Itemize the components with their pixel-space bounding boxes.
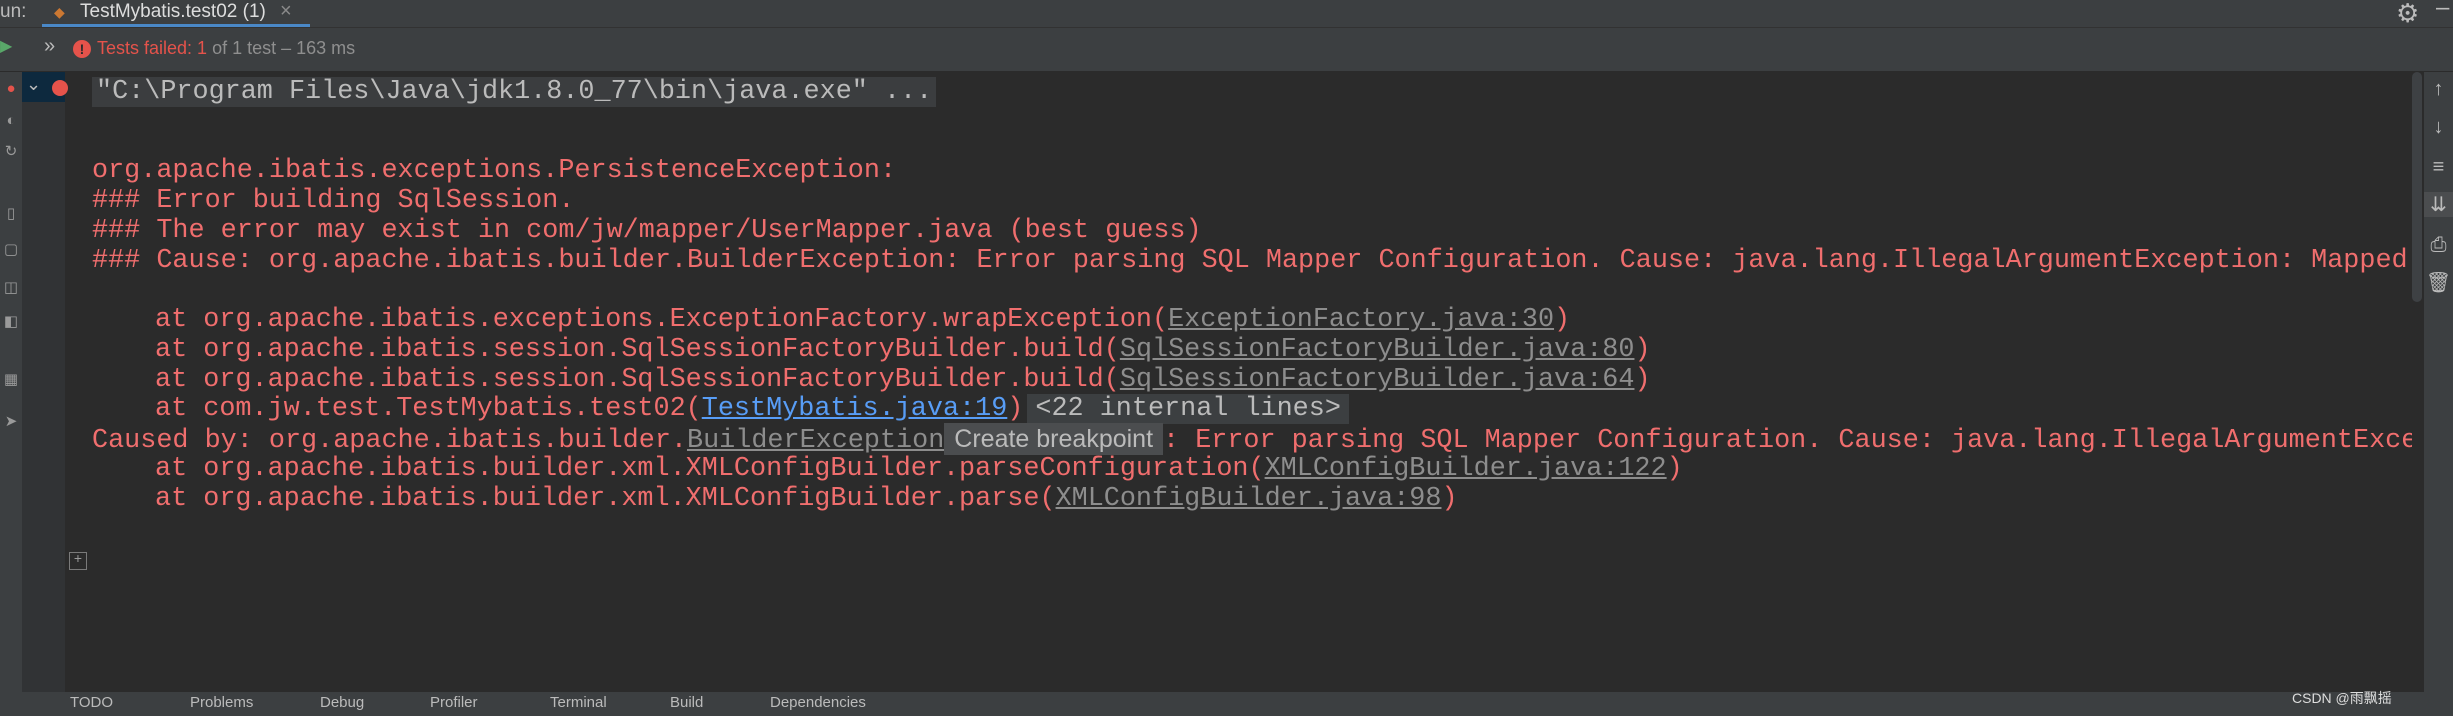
watermark: CSDN @雨飘摇 (2292, 690, 2392, 706)
layout-icon[interactable]: ▦ (0, 370, 22, 388)
tool-window-bar: TODO Problems Debug Profiler Terminal Bu… (0, 690, 2453, 716)
tool-dependencies[interactable]: Dependencies (770, 694, 866, 711)
minimize-icon[interactable]: – (2436, 0, 2449, 22)
tests-failed-text: Tests failed: 1 (97, 38, 208, 58)
console-output[interactable]: "C:\Program Files\Java\jdk1.8.0_77\bin\j… (65, 72, 2412, 692)
toggle-icon[interactable]: ↻ (0, 142, 22, 160)
history-icon[interactable]: ◫ (0, 278, 22, 296)
trash-icon[interactable]: 🗑 (2424, 270, 2453, 295)
tool-problems[interactable]: Problems (190, 694, 253, 711)
right-toolbar: ↑ ↓ ≡ ⇊ ⎙ 🗑 (2424, 72, 2453, 716)
tool-profiler[interactable]: Profiler (430, 694, 478, 711)
scroll-to-end-icon[interactable]: ⇊ (2424, 192, 2453, 217)
tool-debug[interactable]: Debug (320, 694, 364, 711)
java-command-line: "C:\Program Files\Java\jdk1.8.0_77\bin\j… (92, 77, 937, 107)
test-result-summary: Tests failed: 1 of 1 test – 163 ms (97, 38, 355, 59)
tests-info-text: of 1 test – 163 ms (212, 38, 356, 58)
expand-icon[interactable]: + (69, 552, 87, 570)
arrow-down-icon[interactable]: ↓ (2424, 116, 2453, 139)
tool-build[interactable]: Build (670, 694, 703, 711)
arrow-up-icon[interactable]: ↑ (2424, 78, 2453, 101)
print-icon[interactable]: ⎙ (2424, 234, 2453, 257)
tab-run-configuration[interactable]: ◆ TestMybatis.test02 (1) × (42, 0, 310, 27)
filter-icon[interactable]: ◐ (0, 112, 22, 129)
run-tab-bar: un: ◆ TestMybatis.test02 (1) × ⚙ – (0, 0, 2453, 28)
run-label: un: (0, 1, 27, 22)
chevron-down-icon[interactable]: ⌄ (26, 74, 41, 95)
tool-terminal[interactable]: Terminal (550, 694, 607, 711)
test-tree-panel: ⌄ (22, 72, 68, 716)
left-toolbar: ● ◐ ↻ ▯ ▢ ◫ ◧ ▦ ➤ (0, 72, 22, 716)
tool-todo[interactable]: TODO (70, 694, 113, 711)
stop-icon[interactable]: ● (0, 80, 22, 97)
rerun-icon[interactable]: ▶ (0, 36, 12, 56)
source-link[interactable]: XMLConfigBuilder.java:98 (1056, 484, 1442, 514)
stack-trace-line: at org.apache.ibatis.builder.xml.XMLConf… (155, 484, 1458, 514)
gear-icon[interactable]: ⚙ (2396, 0, 2419, 29)
tab-title: TestMybatis.test02 (1) (80, 1, 266, 22)
vertical-scrollbar[interactable] (2412, 72, 2422, 302)
pin-icon[interactable]: ➤ (0, 412, 22, 430)
error-line: ### Cause: org.apache.ibatis.builder.Bui… (92, 246, 2412, 276)
export-icon[interactable]: ◧ (0, 312, 22, 330)
soft-wrap-icon[interactable]: ≡ (2424, 156, 2453, 179)
error-icon: ! (73, 40, 91, 58)
test-status-bar: ▶ » ! Tests failed: 1 of 1 test – 163 ms (0, 28, 2453, 72)
expand-chevron-icon[interactable]: » (44, 35, 55, 58)
import-icon[interactable]: ▢ (0, 240, 22, 258)
sort-icon[interactable]: ▯ (0, 204, 22, 222)
close-tab-icon[interactable]: × (280, 0, 292, 23)
test-config-icon: ◆ (54, 4, 65, 20)
